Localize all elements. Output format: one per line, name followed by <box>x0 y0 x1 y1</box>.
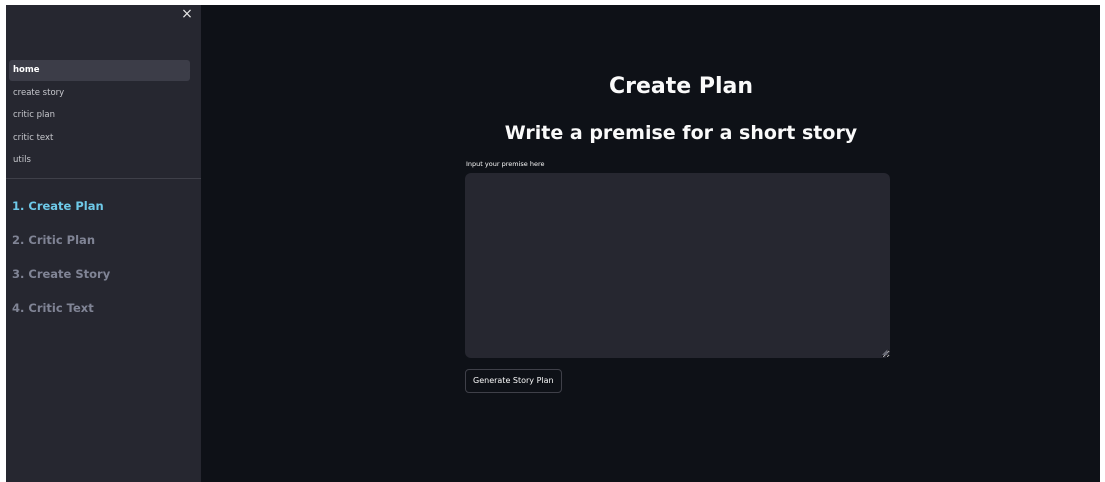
sidebar-item-critic-text[interactable]: critic text <box>9 128 190 149</box>
app-window: × home create story critic plan critic t… <box>6 5 1100 482</box>
sidebar-item-home[interactable]: home <box>9 60 190 81</box>
premise-input[interactable] <box>465 173 890 358</box>
page-title: Create Plan <box>608 74 754 99</box>
sidebar-divider <box>6 178 201 179</box>
sidebar-item-critic-plan[interactable]: critic plan <box>9 105 190 126</box>
sidebar-nav: home create story critic plan critic tex… <box>6 60 201 173</box>
step-create-story[interactable]: 3. Create Story <box>12 266 110 300</box>
generate-story-plan-button[interactable]: Generate Story Plan <box>465 369 562 393</box>
step-critic-plan[interactable]: 2. Critic Plan <box>12 232 110 266</box>
sidebar-item-utils[interactable]: utils <box>9 150 190 171</box>
step-list: 1. Create Plan 2. Critic Plan 3. Create … <box>12 198 110 334</box>
sidebar-item-create-story[interactable]: create story <box>9 83 190 104</box>
step-create-plan[interactable]: 1. Create Plan <box>12 198 110 232</box>
page-subtitle: Write a premise for a short story <box>504 122 858 144</box>
step-critic-text[interactable]: 4. Critic Text <box>12 300 110 334</box>
resize-grip-icon[interactable]: ◢ <box>882 349 889 356</box>
sidebar: × home create story critic plan critic t… <box>6 5 201 482</box>
close-icon[interactable]: × <box>179 6 195 22</box>
premise-label: Input your premise here <box>466 160 545 168</box>
